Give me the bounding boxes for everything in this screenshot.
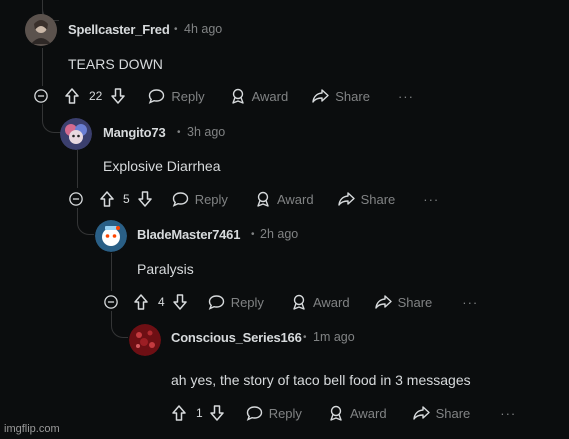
watermark: imgflip.com: [4, 423, 60, 435]
reply-button[interactable]: Reply: [148, 88, 205, 104]
user-avatar-icon[interactable]: [95, 220, 127, 252]
share-label: Share: [397, 294, 433, 310]
thread-line: [111, 253, 112, 291]
vote-count: 4: [158, 295, 165, 309]
reply-label: Reply: [171, 88, 205, 104]
downvote-icon[interactable]: [172, 294, 187, 310]
vote-count: 22: [89, 89, 103, 103]
award-icon: [293, 294, 305, 310]
vote-count: 1: [196, 406, 203, 420]
reply-button[interactable]: Reply: [172, 191, 228, 207]
share-icon: [412, 406, 430, 420]
thread-line: [42, 104, 61, 133]
comment-body: Paralysis: [137, 261, 194, 277]
award-icon: [231, 88, 244, 104]
share-label: Share: [335, 88, 370, 104]
share-icon: [312, 89, 329, 103]
award-label: Award: [251, 88, 289, 104]
separator-dot: •: [303, 332, 307, 343]
award-button[interactable]: Award: [230, 88, 289, 104]
thread-line: [77, 208, 94, 235]
share-icon: [337, 192, 355, 206]
award-button[interactable]: Award: [255, 191, 314, 207]
reply-button[interactable]: Reply: [246, 405, 302, 421]
timestamp[interactable]: 3h ago: [187, 125, 225, 139]
comment-icon: [149, 89, 165, 104]
more-options-icon[interactable]: ···: [423, 192, 439, 207]
comment-actions: 4 Reply Award Share ···: [104, 292, 478, 312]
award-icon: [330, 405, 342, 421]
share-icon: [374, 295, 392, 309]
upvote-icon[interactable]: [65, 88, 79, 104]
downvote-icon[interactable]: [209, 405, 224, 421]
comment-body: ah yes, the story of taco bell food in 3…: [171, 372, 471, 388]
reply-button[interactable]: Reply: [208, 294, 264, 310]
vote-count: 5: [123, 192, 130, 206]
thread-line: [77, 150, 78, 188]
award-label: Award: [276, 191, 314, 207]
timestamp[interactable]: 2h ago: [260, 227, 298, 241]
award-button[interactable]: Award: [328, 405, 387, 421]
award-icon: [257, 191, 269, 207]
separator-dot: •: [174, 24, 178, 35]
user-avatar-icon[interactable]: [60, 118, 92, 150]
comment-body: TEARS DOWN: [68, 56, 163, 72]
username[interactable]: Spellcaster_Fred: [68, 22, 170, 37]
more-options-icon[interactable]: ···: [500, 406, 516, 421]
award-label: Award: [349, 405, 387, 421]
username[interactable]: BladeMaster7461: [137, 227, 240, 242]
reply-label: Reply: [194, 191, 228, 207]
comment-actions: 5 Reply Award Share ···: [69, 189, 439, 209]
reply-label: Reply: [230, 294, 264, 310]
timestamp[interactable]: 4h ago: [184, 22, 222, 36]
comment-actions: 1 Reply Award Share ···: [172, 403, 516, 423]
more-options-icon[interactable]: ···: [462, 295, 478, 310]
collapse-icon[interactable]: [34, 89, 48, 103]
comment-icon: [172, 192, 188, 207]
share-label: Share: [435, 405, 471, 421]
upvote-icon[interactable]: [100, 191, 114, 207]
reply-label: Reply: [268, 405, 302, 421]
comment-icon: [208, 295, 224, 310]
downvote-icon[interactable]: [111, 88, 126, 104]
username[interactable]: Mangito73: [103, 125, 166, 140]
share-button[interactable]: Share: [312, 88, 370, 104]
timestamp[interactable]: 1m ago: [313, 330, 355, 344]
comment-actions: 22 Reply Award Share ···: [34, 86, 414, 106]
share-button[interactable]: Share: [412, 405, 471, 421]
share-button[interactable]: Share: [337, 191, 396, 207]
user-avatar-icon[interactable]: [129, 324, 161, 356]
separator-dot: •: [177, 127, 181, 138]
downvote-icon[interactable]: [137, 191, 152, 207]
collapse-icon[interactable]: [69, 192, 83, 206]
thread-line: [111, 311, 128, 338]
thread-line: [42, 48, 43, 86]
username[interactable]: Conscious_Series166: [171, 330, 302, 345]
more-options-icon[interactable]: ···: [398, 89, 414, 104]
share-button[interactable]: Share: [374, 294, 433, 310]
upvote-icon[interactable]: [134, 294, 148, 310]
award-button[interactable]: Award: [291, 294, 350, 310]
comment-icon: [246, 406, 262, 421]
share-label: Share: [360, 191, 396, 207]
award-label: Award: [312, 294, 350, 310]
separator-dot: •: [251, 229, 255, 240]
collapse-icon[interactable]: [104, 295, 118, 309]
comment-body: Explosive Diarrhea: [103, 158, 221, 174]
upvote-icon[interactable]: [172, 405, 186, 421]
user-avatar-icon[interactable]: [25, 14, 57, 46]
